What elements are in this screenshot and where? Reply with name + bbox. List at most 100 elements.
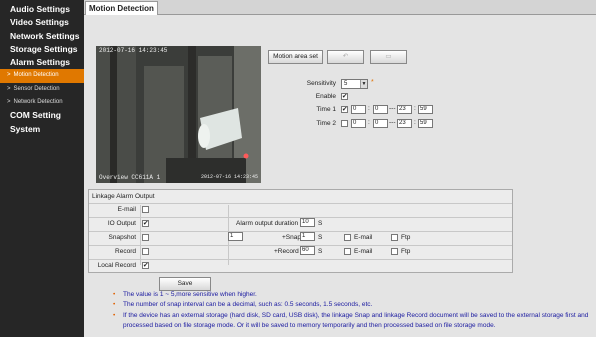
chevron-right-icon: > [7,99,11,106]
note-text: processed based on file storage mode. Or… [123,321,496,329]
chevron-right-icon: > [7,72,11,79]
enable-checkbox[interactable]: ✔ [341,93,348,100]
enable-label: Enable [315,93,336,100]
record-label: Record [115,248,136,255]
snap-unit: S [318,234,323,241]
io-output-label: IO Output [107,220,136,227]
snap-ftp-label: Ftp [401,234,411,241]
undo-icon: ↶ [342,53,349,60]
alarm-duration-label: Alarm output duration [236,220,299,227]
time1-start-hour[interactable]: 0 [351,105,366,114]
time2-start-minute[interactable]: 0 [373,119,388,128]
video-channel-overlay: Overview CC611A 1 [99,174,161,181]
save-button[interactable]: Save [159,277,211,291]
time2-colon-1: : [368,119,370,126]
snapshot-count-input[interactable]: 1 [228,232,243,241]
snapshot-label: Snapshot [108,234,136,241]
sensitivity-label: Sensitivity [306,80,336,87]
sidebar-item-alarm-settings[interactable]: Alarm Settings [0,56,84,69]
sidebar-item-audio-settings[interactable]: Audio Settings [0,3,84,16]
sidebar-item-storage-settings[interactable]: Storage Settings [0,43,84,56]
grid-icon: ▭ [385,53,392,60]
record-unit: S [318,248,323,255]
record-email-label: E-mail [354,248,373,255]
snap-ftp-checkbox[interactable] [391,234,398,241]
time2-end-hour[interactable]: 23 [397,119,412,128]
sidebar-item-com-setting[interactable]: COM Setting [0,109,84,122]
note-text: The number of snap interval can be a dec… [123,301,373,309]
bullet-icon: • [113,291,116,298]
sidebar-item-label: Network Detection [13,99,63,106]
camera-scene-image [96,46,261,183]
time1-colon-2: : [414,105,416,112]
snap-email-checkbox[interactable] [344,234,351,241]
email-checkbox[interactable] [142,206,149,213]
snapshot-checkbox[interactable] [142,234,149,241]
time2-dash: --- [389,119,396,126]
note-item: • The number of snap interval can be a de… [113,300,588,310]
bullet-icon: • [113,311,116,319]
record-email-checkbox[interactable] [344,248,351,255]
note-item: processed based on file storage mode. Or… [113,321,588,331]
local-record-checkbox[interactable]: ✔ [142,262,149,269]
time1-end-minute[interactable]: 59 [418,105,433,114]
snap-interval-input[interactable]: 1 [300,232,315,241]
sidebar-item-network-settings[interactable]: Network Settings [0,30,84,43]
time1-label: Time 1 [316,106,336,113]
time2-colon-2: : [414,119,416,126]
time2-end-minute[interactable]: 59 [418,119,433,128]
sensitivity-star-marker: * [371,79,374,86]
select-all-area-button[interactable]: ▭ [370,50,407,64]
sensitivity-value: 5 [344,81,348,87]
sidebar-item-sensor-detection[interactable]: > Sensor Detection [0,83,84,96]
chevron-right-icon: > [7,85,11,92]
record-duration-input[interactable]: 60 [300,246,315,255]
time1-dash: --- [389,105,396,112]
snap-email-label: E-mail [354,234,373,241]
snap-label: +Snap [282,234,301,241]
record-ftp-label: Ftp [401,248,411,255]
time2-checkbox[interactable] [341,120,348,127]
clear-area-button[interactable]: ↶ [327,50,364,64]
note-text: If the device has an external storage (h… [123,311,589,319]
bullet-icon: • [113,301,116,309]
motion-area-set-button[interactable]: Motion area set [268,50,323,64]
time2-start-hour[interactable]: 0 [351,119,366,128]
note-text: The value is 1 ~ 5,more sensitive when h… [123,291,257,298]
local-record-label: Local Record [97,262,136,269]
time1-start-minute[interactable]: 0 [373,105,388,114]
time2-label: Time 2 [316,120,336,127]
linkage-title: Linkage Alarm Output [92,193,155,200]
note-item: • If the device has an external storage (… [113,311,588,321]
sidebar-item-motion-detection[interactable]: > Motion Detection [0,69,84,83]
email-label: E-mail [117,206,136,213]
record-plus-label: +Record [274,248,299,255]
sidebar: Audio Settings Video Settings Network Se… [0,0,84,337]
sidebar-item-video-settings[interactable]: Video Settings [0,16,84,29]
video-timestamp-overlay: 2012-07-16 14:23:45 [99,47,168,54]
sensitivity-select[interactable]: 5 ▼ [341,79,368,89]
table-row [89,203,512,218]
chevron-down-icon: ▼ [360,80,367,88]
column-divider [140,205,141,265]
video-preview[interactable]: 2012-07-16 14:23:45 Overview CC611A 1 20… [96,46,261,183]
sidebar-item-label: Sensor Detection [13,85,60,92]
sidebar-item-system[interactable]: System [0,123,84,136]
time1-colon-1: : [368,105,370,112]
alarm-duration-unit: S [318,220,323,227]
table-row [89,259,512,274]
io-output-checkbox[interactable]: ✔ [142,220,149,227]
video-date-overlay: 2012-07-16 14:23:45 [201,174,259,180]
record-ftp-checkbox[interactable] [391,248,398,255]
time1-end-hour[interactable]: 23 [397,105,412,114]
sidebar-item-network-detection[interactable]: > Network Detection [0,96,84,109]
note-item: • The value is 1 ~ 5,more sensitive when … [113,290,588,300]
time1-checkbox[interactable]: ✔ [341,106,348,113]
linkage-alarm-panel: Linkage Alarm Output [88,189,513,273]
tab-bar: Motion Detection [84,0,596,16]
alarm-duration-input[interactable]: 10 [300,218,315,227]
help-notes: • The value is 1 ~ 5,more sensitive when … [113,290,588,331]
tab-motion-detection[interactable]: Motion Detection [85,1,158,16]
sidebar-item-label: Motion Detection [13,72,59,79]
record-checkbox[interactable] [142,248,149,255]
